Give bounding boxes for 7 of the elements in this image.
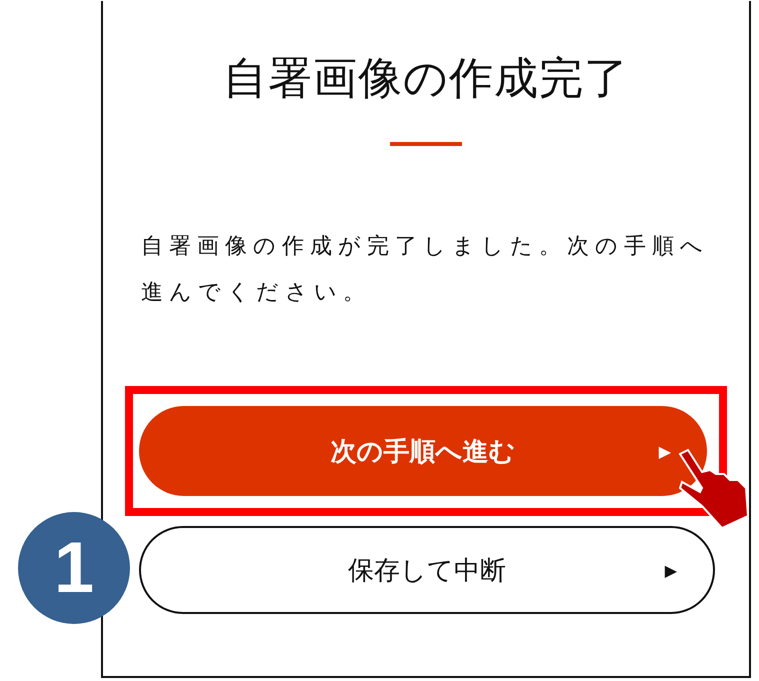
step-badge: 1	[18, 512, 130, 624]
next-step-button[interactable]: 次の手順へ進む ▶	[139, 406, 707, 496]
completion-message: 自署画像の作成が完了しました。次の手順へ進んでください。	[140, 233, 710, 307]
screen-title: 自署画像の作成完了	[223, 52, 629, 106]
save-and-pause-button[interactable]: 保存して中断 ▶	[139, 526, 715, 614]
arrow-icon: ▶	[658, 442, 671, 460]
arrow-icon: ▶	[664, 560, 677, 580]
